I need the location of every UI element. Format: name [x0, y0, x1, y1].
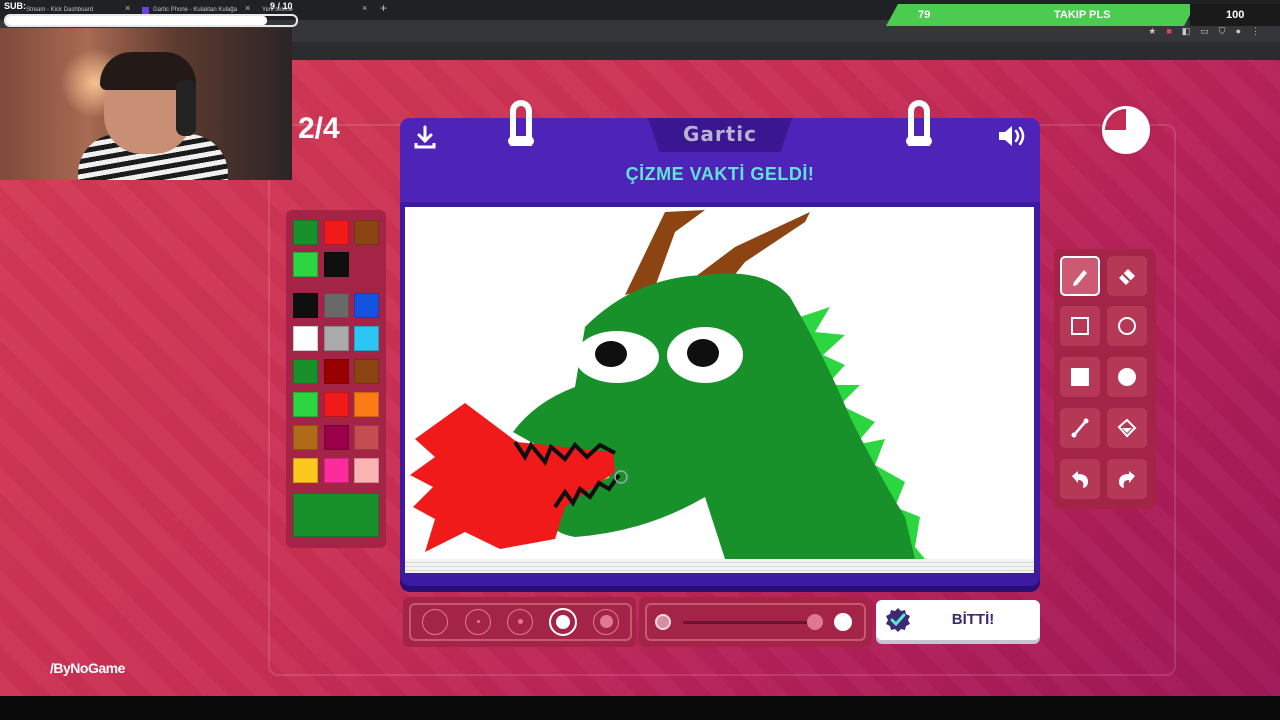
color-swatch[interactable] — [324, 252, 349, 277]
color-swatch[interactable] — [354, 425, 379, 450]
brush-size-2[interactable] — [465, 609, 491, 635]
color-swatch[interactable] — [324, 359, 349, 384]
color-swatch[interactable] — [293, 425, 318, 450]
eraser-tool[interactable] — [1107, 256, 1147, 296]
color-swatch[interactable] — [324, 425, 349, 450]
color-swatch[interactable] — [324, 293, 349, 318]
line-icon — [1071, 418, 1089, 438]
color-swatch[interactable] — [293, 220, 318, 245]
brush-size-3[interactable] — [507, 609, 533, 635]
color-swatch[interactable] — [354, 220, 379, 245]
pencil-tool[interactable] — [1060, 256, 1100, 296]
filled-ellipse-icon — [1118, 368, 1136, 386]
round-counter: 2/4 — [298, 112, 340, 145]
close-icon[interactable]: × — [125, 3, 130, 13]
opacity-min-icon — [655, 614, 671, 630]
bynogame-watermark: /ByNoGame — [50, 660, 125, 676]
color-swatch[interactable] — [324, 392, 349, 417]
download-icon[interactable] — [412, 124, 438, 155]
fill-bucket-tool[interactable] — [1107, 408, 1147, 448]
puzzle-icon[interactable]: ◧ — [1182, 26, 1191, 37]
canvas-paper-edge — [405, 559, 1034, 573]
avatar[interactable]: ● — [1236, 26, 1241, 37]
color-swatch[interactable] — [324, 220, 349, 245]
close-icon[interactable]: × — [362, 3, 367, 13]
dragon-drawing — [410, 210, 925, 559]
color-swatch[interactable] — [354, 326, 379, 351]
brush-size-4[interactable] — [549, 608, 577, 636]
color-swatch[interactable] — [354, 293, 379, 318]
redo-tool[interactable] — [1107, 459, 1147, 499]
eraser-icon — [1119, 269, 1135, 285]
color-swatch[interactable] — [293, 359, 318, 384]
filled-ellipse-tool[interactable] — [1107, 357, 1147, 397]
filled-rectangle-tool[interactable] — [1060, 357, 1100, 397]
follow-current-count: 79 — [918, 9, 931, 21]
binder-ring-right-base — [906, 136, 932, 146]
webcam-feed — [0, 28, 292, 180]
page-title: ÇİZME VAKTİ GELDİ! — [625, 164, 815, 184]
color-swatch[interactable] — [354, 458, 379, 483]
sub-goal-label: SUB: — [4, 1, 26, 11]
brush-size-1[interactable] — [422, 609, 448, 635]
ellipse-tool[interactable] — [1107, 306, 1147, 346]
pencil-icon — [1073, 270, 1087, 286]
color-swatch[interactable] — [354, 392, 379, 417]
color-swatch[interactable] — [324, 458, 349, 483]
undo-tool[interactable] — [1060, 459, 1100, 499]
opacity-max-icon — [834, 613, 852, 631]
sub-goal-count: 9 / 10 — [270, 1, 293, 11]
drawing-canvas[interactable] — [405, 207, 1034, 559]
binder-ring-left-base — [508, 136, 534, 146]
extension-icon[interactable]: ■ — [1166, 26, 1171, 37]
color-swatch[interactable] — [324, 326, 349, 351]
opacity-slider-track[interactable] — [683, 621, 819, 624]
selected-color-preview[interactable] — [293, 493, 379, 537]
shield-icon[interactable]: ⛉ — [1219, 26, 1226, 37]
filled-rectangle-icon — [1071, 368, 1089, 386]
brush-size-5[interactable] — [593, 609, 619, 635]
rectangle-tool[interactable] — [1060, 306, 1100, 346]
color-swatch[interactable] — [293, 392, 318, 417]
browser-toolbar-icons: ★ ■ ◧ ▭ ⛉ ● ⋮ — [1148, 26, 1260, 37]
check-badge-icon — [886, 608, 910, 632]
follow-target-count: 100 — [1226, 9, 1245, 21]
rectangle-icon — [1071, 317, 1089, 335]
new-tab-icon[interactable]: + — [380, 1, 387, 15]
color-swatch[interactable] — [293, 293, 318, 318]
color-swatch[interactable] — [293, 252, 318, 277]
color-swatch[interactable] — [354, 359, 379, 384]
gartic-favicon-icon — [142, 6, 149, 14]
gartic-logo: Gartic — [682, 122, 758, 146]
line-tool[interactable] — [1060, 408, 1100, 448]
bookmark-icon[interactable]: ▭ — [1200, 26, 1209, 37]
bottom-bar — [0, 696, 1280, 720]
sound-icon[interactable] — [996, 122, 1028, 155]
sub-goal-bar — [4, 14, 298, 27]
undo-icon — [1072, 471, 1088, 488]
follow-goal-bar — [886, 4, 1196, 26]
fill-bucket-icon — [1117, 418, 1137, 438]
headphones-icon — [176, 80, 196, 136]
follow-goal-text: TAKIP PLS — [1054, 9, 1111, 21]
opacity-slider-thumb[interactable] — [807, 614, 823, 630]
timer-remaining — [1108, 112, 1144, 148]
ellipse-icon — [1118, 317, 1136, 335]
done-button-label: BİTTİ! — [951, 611, 995, 628]
color-swatch[interactable] — [293, 326, 318, 351]
redo-icon — [1119, 471, 1135, 488]
menu-icon[interactable]: ⋮ — [1251, 26, 1260, 37]
color-swatch[interactable] — [293, 458, 318, 483]
star-icon[interactable]: ★ — [1148, 26, 1156, 37]
close-icon[interactable]: × — [245, 3, 250, 13]
